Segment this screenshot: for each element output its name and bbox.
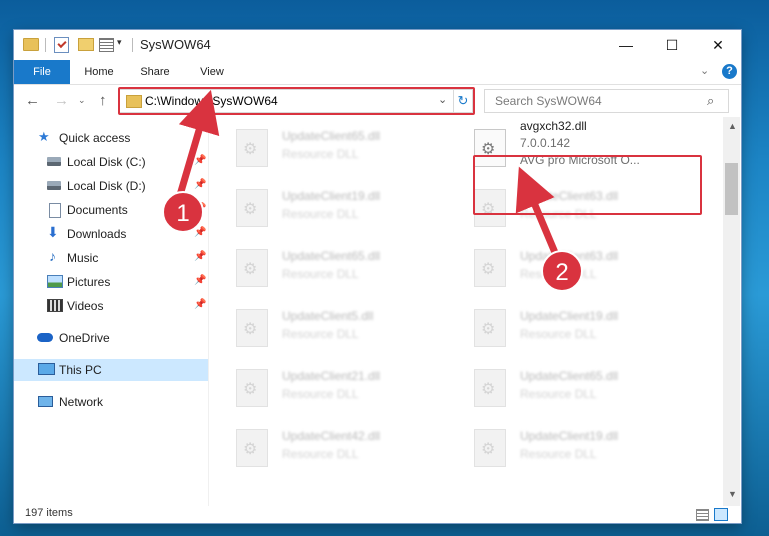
step-2-label: 2: [555, 259, 568, 286]
step-1-label: 1: [176, 200, 189, 227]
arrow-to-file: [515, 166, 560, 257]
arrow-to-address-bar: [176, 89, 220, 196]
annotation-overlay: 1 2: [162, 89, 583, 292]
